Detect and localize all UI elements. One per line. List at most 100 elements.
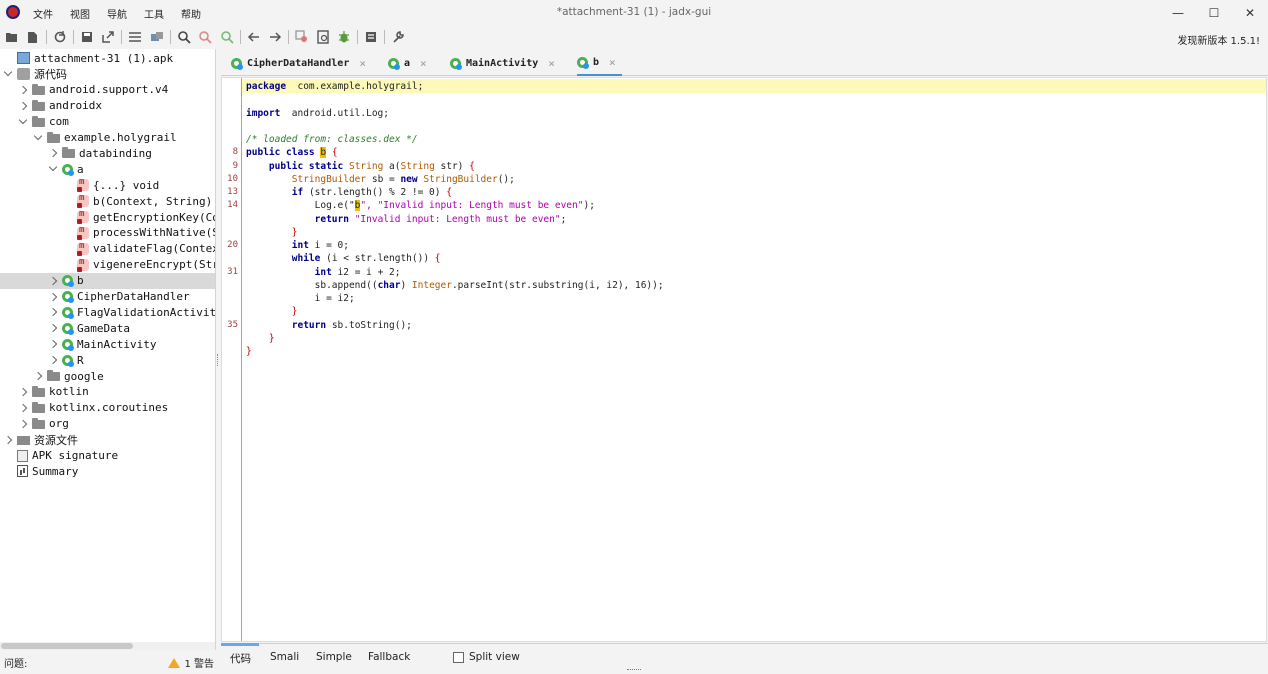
close-tab-icon[interactable]: × <box>420 57 427 70</box>
tree-node[interactable]: example.holygrail <box>33 130 177 146</box>
editor-tab[interactable]: b × <box>577 50 622 76</box>
tree-node[interactable]: org <box>18 416 69 432</box>
tab-simple[interactable]: Simple <box>316 651 352 663</box>
chevron-right-icon[interactable] <box>48 307 58 317</box>
tree-node[interactable]: b <box>0 272 215 289</box>
tree-horizontal-scrollbar[interactable] <box>0 642 215 650</box>
open-file-icon[interactable] <box>4 29 20 45</box>
chevron-right-icon[interactable] <box>48 292 58 302</box>
chevron-right-icon[interactable] <box>18 403 28 413</box>
chevron-right-icon[interactable] <box>48 339 58 349</box>
flatten-packages-icon[interactable] <box>149 29 165 45</box>
chevron-down-icon[interactable] <box>3 69 13 79</box>
tree-node-label: android.support.v4 <box>49 83 169 97</box>
tree-node[interactable]: GameData <box>48 320 130 336</box>
sync-tree-icon[interactable] <box>127 29 143 45</box>
minimize-button[interactable]: — <box>1160 0 1196 25</box>
chevron-right-icon[interactable] <box>48 148 58 158</box>
tree-node[interactable]: {...} void <box>63 177 159 193</box>
tab-fallback[interactable]: Fallback <box>368 651 410 663</box>
add-files-icon[interactable] <box>25 29 41 45</box>
chevron-right-icon[interactable] <box>48 355 58 365</box>
find-class-icon[interactable] <box>219 29 235 45</box>
tree-node[interactable]: Summary <box>3 463 78 479</box>
chevron-right-icon[interactable] <box>18 387 28 397</box>
debug-icon[interactable] <box>336 29 352 45</box>
chevron-right-icon[interactable] <box>3 435 13 445</box>
tree-node[interactable]: a <box>48 161 84 177</box>
warnings-indicator[interactable]: 1 警告 <box>168 655 214 670</box>
tree-node[interactable]: 源代码 <box>3 66 67 82</box>
tree-node[interactable]: getEncryptionKey(Co <box>63 209 215 225</box>
chevron-down-icon[interactable] <box>48 164 58 174</box>
tree-node[interactable]: 资源文件 <box>3 432 78 448</box>
close-tab-icon[interactable]: × <box>548 57 555 70</box>
maximize-button[interactable]: ☐ <box>1196 0 1232 25</box>
tree-node[interactable]: b(Context, String) <box>63 193 212 209</box>
tree-node[interactable]: CipherDataHandler <box>48 289 190 305</box>
panel-splitter[interactable] <box>216 354 220 366</box>
class-icon <box>62 338 74 351</box>
save-all-icon[interactable] <box>79 29 95 45</box>
package-folder-icon <box>32 417 45 429</box>
code-editor[interactable]: 8 9 10 13 14 20 31 35 package com.example.holyg… <box>221 77 1267 642</box>
package-folder-icon <box>32 99 45 111</box>
code-token: (str.length() % 2 != 0) <box>303 187 447 198</box>
tree-node[interactable]: vigenereEncrypt(Str <box>63 257 215 273</box>
tree-node[interactable]: attachment-31 (1).apk <box>3 50 173 66</box>
editor-tab[interactable]: MainActivity × <box>450 50 561 76</box>
preferences-icon[interactable] <box>390 29 406 45</box>
tree-node[interactable]: MainActivity <box>48 336 156 352</box>
tree-node[interactable]: validateFlag(Contex <box>63 241 215 257</box>
tree-node[interactable]: processWithNative(S <box>63 225 215 241</box>
log-icon[interactable] <box>363 29 379 45</box>
chevron-right-icon[interactable] <box>48 276 58 286</box>
tab-code[interactable]: 代码 <box>230 651 251 666</box>
chevron-right-icon[interactable] <box>48 323 58 333</box>
method-icon <box>77 193 89 209</box>
tree-node[interactable]: databinding <box>48 145 152 161</box>
forward-icon[interactable] <box>267 29 283 45</box>
chevron-down-icon[interactable] <box>33 133 43 143</box>
search-icon[interactable] <box>176 29 192 45</box>
tree-node[interactable]: FlagValidationActivit <box>48 304 215 320</box>
tree-node[interactable]: kotlin <box>18 384 89 400</box>
tree-node[interactable]: com <box>18 114 69 130</box>
tab-smali[interactable]: Smali <box>270 651 299 663</box>
tree-node[interactable]: R <box>48 352 84 368</box>
tree-node[interactable]: google <box>33 368 104 384</box>
quick-tabs-icon[interactable] <box>315 29 331 45</box>
close-tab-icon[interactable]: × <box>609 56 616 69</box>
scrollbar-thumb[interactable] <box>1 643 133 649</box>
code-line: return sb.toString(); <box>246 319 412 332</box>
chevron-right-icon[interactable] <box>33 371 43 381</box>
resize-grip[interactable] <box>627 669 641 672</box>
tree-node[interactable]: android.support.v4 <box>18 82 168 98</box>
split-view-toggle[interactable]: Split view <box>453 651 520 663</box>
reload-icon[interactable] <box>52 29 68 45</box>
chevron-down-icon[interactable] <box>18 117 28 127</box>
tree-node-label: b(Context, String) <box>93 194 213 208</box>
close-tab-icon[interactable]: × <box>359 57 366 70</box>
chevron-right-icon[interactable] <box>18 85 28 95</box>
tree-node[interactable]: kotlinx.coroutines <box>18 400 168 416</box>
code-token: if <box>291 187 304 198</box>
export-icon[interactable] <box>100 29 116 45</box>
tree-node[interactable]: androidx <box>18 98 102 114</box>
tree-node[interactable]: APK signature <box>3 448 118 464</box>
deobfuscation-icon[interactable] <box>294 29 310 45</box>
chevron-right-icon[interactable] <box>18 101 28 111</box>
find-usage-icon[interactable] <box>197 29 213 45</box>
code-token: new <box>400 173 424 185</box>
editor-tab-label: b <box>593 56 600 68</box>
tree-node-label: example.holygrail <box>64 131 177 144</box>
editor-tab[interactable]: CipherDataHandler × <box>231 50 372 76</box>
update-available-link[interactable]: 发现新版本 1.5.1! <box>1177 32 1260 47</box>
editor-tab[interactable]: a × <box>388 50 433 76</box>
back-icon[interactable] <box>246 29 262 45</box>
split-view-checkbox[interactable] <box>453 651 464 663</box>
close-window-button[interactable]: ✕ <box>1232 0 1268 25</box>
chevron-right-icon[interactable] <box>18 419 28 429</box>
